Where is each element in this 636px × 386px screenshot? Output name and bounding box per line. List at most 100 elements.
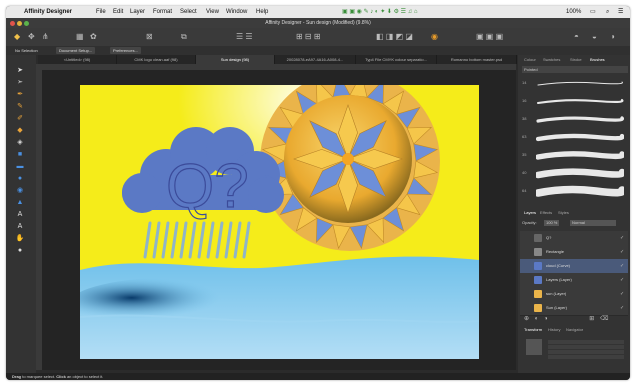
- minimize-button[interactable]: [17, 21, 22, 26]
- node-tool-icon[interactable]: ➣: [15, 79, 25, 87]
- brush-category-select[interactable]: Pointed: [522, 66, 628, 73]
- zoom-tool-icon[interactable]: ●: [15, 247, 25, 255]
- tab-history[interactable]: History: [548, 327, 560, 332]
- snap-icon[interactable]: ◒: [592, 32, 597, 42]
- pen-tool-icon[interactable]: ✒: [15, 91, 25, 99]
- doc-tab[interactable]: Romanno bottom master.psd: [437, 55, 517, 64]
- brush-item[interactable]: 35: [522, 149, 626, 161]
- layer-row[interactable]: Sun (Layer) ✓: [520, 301, 628, 316]
- doc-tab[interactable]: CMK logo clean.aaf (98): [117, 55, 196, 64]
- transparency-tool-icon[interactable]: ◈: [15, 139, 25, 147]
- tab-layers[interactable]: Layers: [524, 210, 536, 215]
- transform-y-field[interactable]: [548, 345, 624, 349]
- rounded-rect-tool-icon[interactable]: ▬: [15, 163, 25, 171]
- doc-tab[interactable]: <Untitled> (98): [38, 55, 117, 64]
- document-setup-button[interactable]: Document Setup...: [56, 47, 96, 54]
- layer-thumbnail: [534, 276, 542, 284]
- boolean-ops-icon[interactable]: ◧ ◨ ◩ ◪: [376, 32, 413, 42]
- brush-item[interactable]: 63: [522, 131, 626, 143]
- layer-visibility-icon[interactable]: ✓: [620, 304, 624, 312]
- zoom-button[interactable]: [24, 21, 29, 26]
- menu-help[interactable]: Help: [256, 6, 268, 18]
- layer-visibility-icon[interactable]: ✓: [620, 262, 624, 270]
- designer-persona-icon[interactable]: ◆: [14, 32, 20, 42]
- layer-visibility-icon[interactable]: ✓: [620, 276, 624, 284]
- tab-effects[interactable]: Effects: [540, 210, 552, 215]
- menu-format[interactable]: Format: [153, 6, 172, 18]
- assistant-icon[interactable]: ◓: [574, 32, 579, 42]
- notification-icon[interactable]: ☰: [618, 6, 623, 18]
- layer-row[interactable]: Rectangle ✓: [520, 245, 628, 260]
- close-button[interactable]: [10, 21, 15, 26]
- menu-app[interactable]: Affinity Designer: [24, 6, 72, 18]
- rectangle-tool-icon[interactable]: ■: [15, 151, 25, 159]
- text-tool-icon[interactable]: A: [15, 211, 25, 219]
- geometry-icon[interactable]: ▣ ▣ ▣: [476, 32, 503, 42]
- canvas-area[interactable]: Q?: [42, 70, 516, 370]
- brush-tool-icon[interactable]: ✐: [15, 115, 25, 123]
- brush-item[interactable]: 64: [522, 185, 626, 197]
- tab-swatches[interactable]: Swatches: [543, 57, 560, 62]
- delete-layer-icon[interactable]: ⌫: [600, 316, 608, 322]
- color-picker-icon[interactable]: ◉: [431, 32, 438, 42]
- blend-mode-select[interactable]: Normal: [570, 220, 616, 226]
- menu-view[interactable]: View: [206, 6, 219, 18]
- preferences-button[interactable]: Preferences...: [110, 47, 141, 54]
- tab-transform[interactable]: Transform: [524, 327, 542, 332]
- brush-item[interactable]: 38: [522, 113, 626, 125]
- transform-w-field[interactable]: [548, 350, 624, 354]
- spotlight-icon[interactable]: ⌕: [606, 6, 609, 18]
- doc-tab[interactable]: 20028078-eA97-4A16-A008-4...: [275, 55, 356, 64]
- layer-row[interactable]: sun (Layer) ✓: [520, 287, 628, 302]
- frame-text-tool-icon[interactable]: A: [15, 223, 25, 231]
- fullscreen-icon[interactable]: ◑: [610, 32, 615, 42]
- layer-row[interactable]: Layers (Layer) ✓: [520, 273, 628, 288]
- transform-h-field[interactable]: [548, 355, 624, 359]
- tab-colour[interactable]: Colour: [524, 57, 536, 62]
- doc-tab-active[interactable]: Sun design (98): [196, 55, 275, 64]
- tab-brushes[interactable]: Brushes: [590, 57, 605, 62]
- arrange-icon[interactable]: ⧉: [181, 32, 187, 42]
- menu-window[interactable]: Window: [226, 6, 247, 18]
- menu-select[interactable]: Select: [180, 6, 197, 18]
- tab-navigator[interactable]: Navigator: [566, 327, 583, 332]
- menu-layer[interactable]: Layer: [130, 6, 145, 18]
- layer-fx-icon[interactable]: ⊕: [524, 316, 529, 322]
- layer-row[interactable]: cloud (Curve) ✓: [520, 259, 628, 274]
- pixel-persona-icon[interactable]: ✥: [28, 32, 35, 42]
- shapes-tool-icon[interactable]: ◉: [15, 187, 25, 195]
- layer-row[interactable]: Q? ✓: [520, 231, 628, 246]
- brush-item[interactable]: 16: [522, 95, 626, 107]
- sun-design-artwork[interactable]: Q?: [80, 85, 479, 359]
- layer-visibility-icon[interactable]: ✓: [620, 290, 624, 298]
- transform-x-field[interactable]: [548, 340, 624, 344]
- anchor-selector[interactable]: [526, 339, 542, 355]
- doc-tab[interactable]: Typ4 File CMYK colour separatio...: [356, 55, 437, 64]
- ellipse-tool-icon[interactable]: ●: [15, 175, 25, 183]
- menu-file[interactable]: File: [96, 6, 106, 18]
- layer-visibility-icon[interactable]: ✓: [620, 234, 624, 242]
- tab-stroke[interactable]: Stroke: [570, 57, 582, 62]
- export-persona-icon[interactable]: ⋔: [42, 32, 49, 42]
- status-icons[interactable]: ▣ ▣ ◉ ✎ ♪ ◐ ✦ ⬇ ⚙ ☰ ♫ ⌂: [342, 6, 418, 18]
- artboard[interactable]: Q?: [80, 85, 479, 359]
- align-icon[interactable]: ☰ ☰: [236, 32, 253, 42]
- fill-tool-icon[interactable]: ◆: [15, 127, 25, 135]
- triangle-tool-icon[interactable]: ▲: [15, 199, 25, 207]
- layer-visibility-icon[interactable]: ✓: [620, 248, 624, 256]
- layer-mask-icon[interactable]: ◐: [535, 316, 539, 322]
- menu-edit[interactable]: Edit: [113, 6, 123, 18]
- settings-icon[interactable]: ✿: [90, 32, 97, 42]
- grid-icon[interactable]: ▦: [76, 32, 84, 42]
- brush-item[interactable]: 40: [522, 167, 626, 179]
- move-tool-icon[interactable]: ➤: [15, 67, 25, 75]
- new-layer-icon[interactable]: ⊞: [589, 316, 594, 322]
- tab-styles[interactable]: Styles: [558, 210, 569, 215]
- hand-tool-icon[interactable]: ✋: [15, 235, 25, 243]
- brush-item[interactable]: 14: [522, 77, 626, 89]
- transform-icon[interactable]: ⊠: [146, 32, 153, 42]
- layer-adjust-icon[interactable]: ◑: [544, 316, 548, 322]
- pencil-tool-icon[interactable]: ✎: [15, 103, 25, 111]
- opacity-field[interactable]: 100 %: [544, 220, 560, 226]
- snapping-icon[interactable]: ⊞ ⊟ ⊞: [296, 32, 321, 42]
